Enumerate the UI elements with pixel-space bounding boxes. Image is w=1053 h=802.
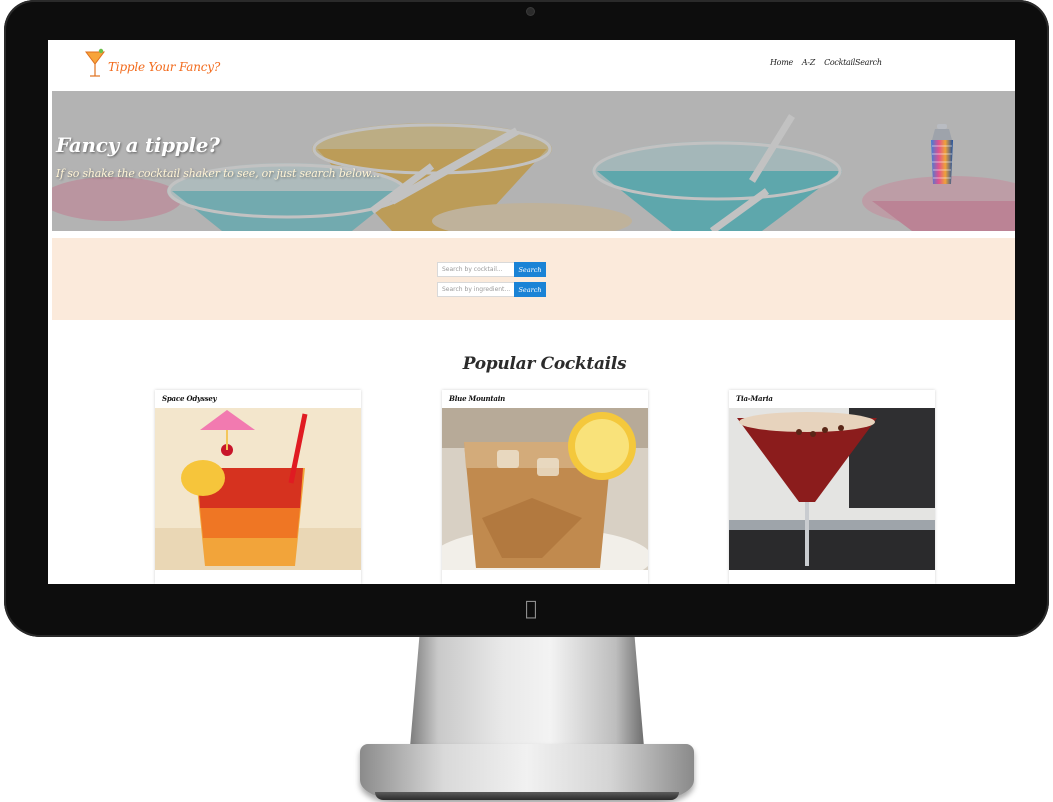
cocktail-image[interactable] bbox=[442, 408, 648, 570]
monitor-bezel: Tipple Your Fancy? Home A-Z CocktailSear… bbox=[4, 0, 1049, 637]
hero-subtitle: If so shake the cocktail shaker to see, … bbox=[56, 167, 380, 180]
brand-name: Tipple Your Fancy? bbox=[108, 60, 221, 74]
ingredient-search-input[interactable] bbox=[437, 282, 514, 297]
nav-link-cocktail-search[interactable]: CocktailSearch bbox=[824, 58, 882, 67]
search-section: Search Search bbox=[52, 238, 1015, 320]
hero-overlay bbox=[52, 91, 1015, 231]
monitor-stand-neck bbox=[410, 637, 644, 747]
cocktail-image[interactable] bbox=[155, 408, 361, 570]
nav-link-home[interactable]: Home bbox=[770, 58, 793, 67]
cocktail-card-title: Tia-Maria bbox=[736, 394, 773, 403]
cocktail-card-title: Blue Mountain bbox=[449, 394, 506, 403]
popular-heading: Popular Cocktails bbox=[462, 354, 627, 374]
hero-title: Fancy a tipple? bbox=[56, 133, 220, 157]
browser-screen: Tipple Your Fancy? Home A-Z CocktailSear… bbox=[48, 40, 1015, 584]
nav-link-a-z[interactable]: A-Z bbox=[802, 58, 815, 67]
cocktail-search-button[interactable]: Search bbox=[514, 262, 546, 277]
ingredient-search-button[interactable]: Search bbox=[514, 282, 546, 297]
cocktail-card-title: Space Odyssey bbox=[162, 394, 217, 403]
cocktail-glass-icon bbox=[85, 48, 105, 77]
brand-logo[interactable]: Tipple Your Fancy? bbox=[84, 47, 220, 81]
cocktail-card[interactable]: Blue Mountain bbox=[442, 390, 648, 584]
apple-logo-icon:  bbox=[522, 598, 540, 618]
cocktail-search-input[interactable] bbox=[437, 262, 514, 277]
nav-menu: Home A-Z CocktailSearch bbox=[770, 58, 882, 67]
webcam bbox=[527, 8, 534, 15]
cocktail-shaker-icon[interactable] bbox=[926, 124, 958, 186]
hero-banner: Fancy a tipple? If so shake the cocktail… bbox=[52, 91, 1015, 231]
ingredient-search-form: Search bbox=[437, 282, 546, 297]
cocktail-card[interactable]: Tia-Maria bbox=[729, 390, 935, 584]
cocktail-image[interactable] bbox=[729, 408, 935, 570]
navbar: Tipple Your Fancy? Home A-Z CocktailSear… bbox=[48, 40, 1015, 90]
cocktail-card[interactable]: Space Odyssey bbox=[155, 390, 361, 584]
cocktail-search-form: Search bbox=[437, 262, 546, 277]
monitor-stand-base-edge bbox=[375, 792, 679, 800]
